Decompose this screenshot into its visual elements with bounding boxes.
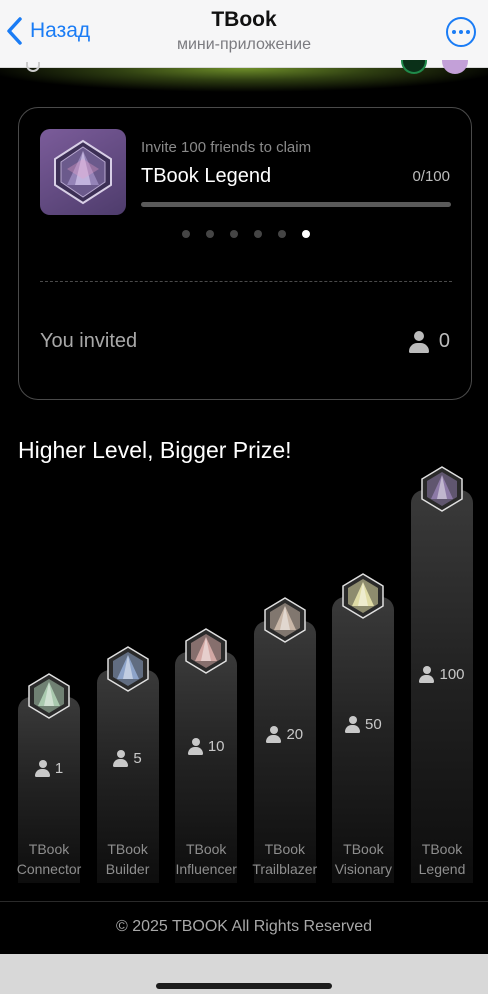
carousel-dot[interactable] — [302, 230, 310, 238]
level-required-friends: 50 — [332, 716, 394, 733]
badge-title: TBook Legend — [141, 165, 272, 187]
person-icon — [419, 666, 435, 683]
level-name-line: TBook — [264, 841, 306, 857]
level-name: TBook Connector — [10, 839, 88, 879]
level-badge-icon — [421, 466, 463, 512]
level-required-friends: 20 — [254, 726, 316, 743]
crystal-badge-icon — [54, 139, 112, 205]
level-bar: 10 TBook Influencer — [175, 628, 238, 883]
level-badge-icon — [28, 673, 70, 719]
carousel-dot[interactable] — [182, 230, 190, 238]
level-bar: 5 TBook Builder — [96, 646, 159, 883]
level-name: TBook Builder — [89, 839, 167, 879]
carousel-dot[interactable] — [254, 230, 262, 238]
level-bar: 20 TBook Trailblazer — [252, 597, 317, 883]
level-name-line: Influencer — [175, 861, 237, 877]
progress-text: 0/100 — [412, 168, 450, 185]
person-icon — [34, 760, 50, 777]
level-bar: 50 TBook Visionary — [332, 573, 395, 883]
level-required-friends: 100 — [411, 666, 473, 683]
carousel-dot[interactable] — [278, 230, 286, 238]
level-count-label: 1 — [54, 760, 64, 777]
level-name-line: Builder — [105, 861, 150, 877]
level-name-line: TBook — [421, 841, 463, 857]
app-title: TBook — [211, 8, 277, 31]
person-icon — [345, 716, 361, 733]
progress-bar — [141, 202, 451, 207]
level-name-line: TBook — [343, 841, 384, 857]
level-count-label: 50 — [365, 716, 382, 733]
level-name-line: TBook — [185, 841, 227, 857]
person-icon — [187, 738, 203, 755]
level-required-friends: 10 — [175, 738, 237, 755]
section-title: Higher Level, Bigger Prize! — [18, 437, 292, 463]
carousel-dots[interactable] — [182, 230, 310, 238]
dashed-divider — [40, 281, 452, 282]
carousel-dot[interactable] — [230, 230, 238, 238]
level-name-line: Visionary — [334, 861, 393, 877]
level-name-line: TBook — [107, 841, 148, 857]
level-bar: 100 TBook Legend — [411, 466, 473, 883]
nav-bar: Назад TBook мини-приложение — [0, 0, 488, 68]
invite-card: Invite 100 friends to claim TBook Legend… — [18, 107, 472, 400]
person-icon — [266, 726, 282, 743]
invited-count: 0 — [408, 330, 450, 353]
level-name-line: Trailblazer — [252, 861, 318, 877]
level-badge-icon — [342, 573, 385, 619]
level-name-line: Connector — [16, 861, 82, 877]
level-count-label: 5 — [133, 750, 142, 767]
level-bar: 1 TBook Connector — [17, 673, 81, 883]
level-count-label: 20 — [286, 726, 304, 743]
level-required-friends: 1 — [18, 760, 80, 777]
level-count-label: 10 — [207, 738, 225, 755]
level-badge-icon — [264, 597, 306, 643]
person-icon — [408, 330, 429, 353]
home-indicator — [156, 983, 332, 989]
level-name-line: Legend — [418, 861, 466, 877]
legend-badge-image — [40, 129, 126, 215]
footer-divider — [0, 901, 488, 902]
invited-label: You invited — [40, 330, 138, 352]
level-name: TBook Influencer — [167, 839, 245, 879]
level-count-label: 100 — [439, 666, 465, 683]
more-options-icon[interactable] — [446, 17, 476, 47]
level-name-line: TBook — [28, 841, 70, 857]
invited-count-value: 0 — [438, 330, 450, 352]
level-badge-icon — [185, 628, 227, 674]
level-name: TBook Legend — [403, 839, 481, 879]
level-badge-icon — [106, 646, 149, 692]
level-name: TBook Trailblazer — [246, 839, 324, 879]
footer-copyright: © 2025 TBOOK All Rights Reserved — [115, 918, 373, 935]
person-icon — [113, 750, 129, 767]
level-required-friends: 5 — [97, 750, 159, 767]
level-name: TBook Visionary — [324, 839, 402, 879]
invite-caption: Invite 100 friends to claim — [141, 139, 312, 156]
app-subtitle: мини-приложение — [176, 36, 312, 53]
carousel-dot[interactable] — [206, 230, 214, 238]
